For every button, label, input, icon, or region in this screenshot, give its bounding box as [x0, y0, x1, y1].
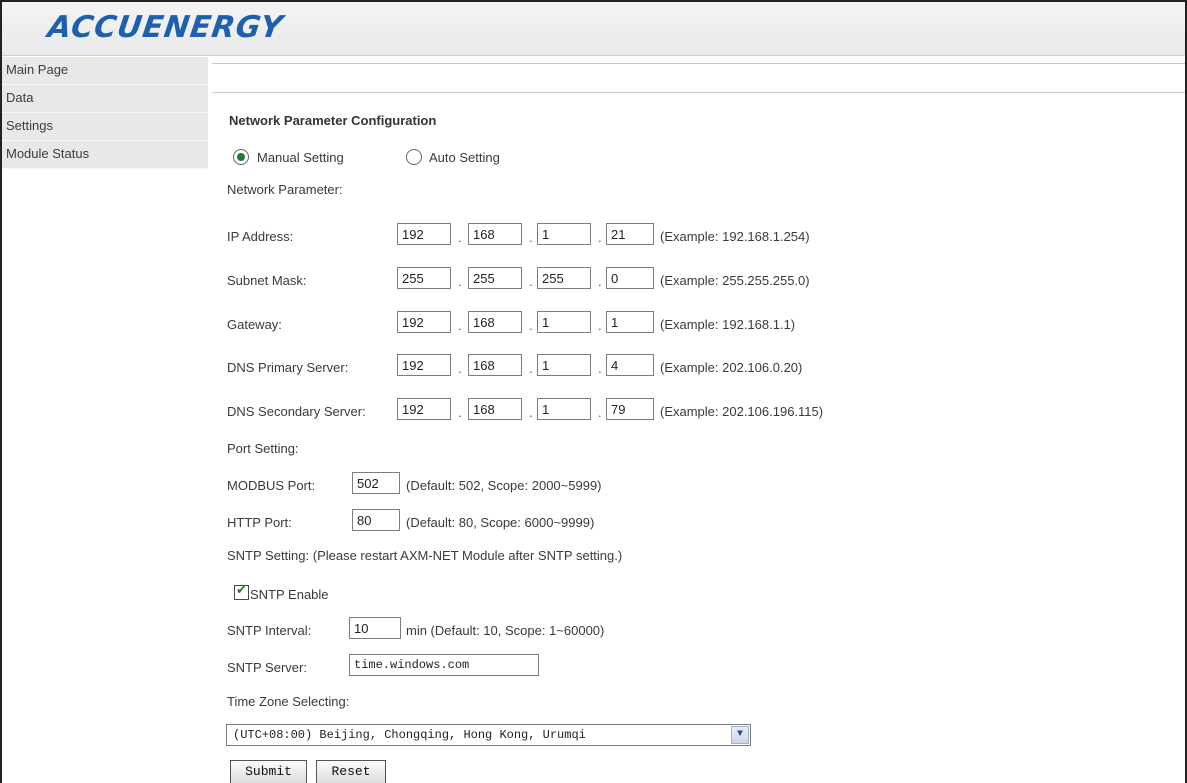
page-title: Network Parameter Configuration — [229, 113, 437, 128]
http-port-input[interactable] — [352, 509, 400, 531]
time-zone-heading: Time Zone Selecting: — [227, 694, 350, 709]
main-content: Network Parameter Configuration Manual S… — [210, 57, 1185, 783]
sidebar-item-main-page[interactable]: Main Page — [2, 57, 208, 85]
octet-separator: . — [598, 230, 602, 245]
octet-separator: . — [529, 405, 533, 420]
octet-separator: . — [598, 361, 602, 376]
octet-input[interactable] — [537, 267, 591, 289]
octet-separator: . — [598, 274, 602, 289]
octet-input[interactable] — [468, 354, 522, 376]
modbus-port-label: MODBUS Port: — [227, 478, 316, 493]
octet-input[interactable] — [606, 223, 654, 245]
network-row-label: DNS Secondary Server: — [227, 404, 366, 419]
network-row-example: (Example: 202.106.196.115) — [660, 404, 824, 419]
octet-separator: . — [529, 230, 533, 245]
octet-separator: . — [529, 318, 533, 333]
sntp-interval-input[interactable] — [349, 617, 401, 639]
divider — [212, 92, 1185, 93]
octet-input[interactable] — [397, 311, 451, 333]
octet-input[interactable] — [606, 311, 654, 333]
network-row-example: (Example: 255.255.255.0) — [660, 273, 810, 288]
octet-separator: . — [458, 318, 462, 333]
sntp-enable-label[interactable]: SNTP Enable — [250, 587, 329, 602]
time-zone-value: (UTC+08:00) Beijing, Chongqing, Hong Kon… — [233, 728, 586, 742]
network-row-label: DNS Primary Server: — [227, 360, 349, 375]
reset-button[interactable]: Reset — [316, 760, 386, 783]
sntp-enable-checkbox[interactable] — [234, 583, 249, 600]
octet-input[interactable] — [468, 398, 522, 420]
sidebar-item-data[interactable]: Data — [2, 85, 208, 113]
octet-input[interactable] — [397, 267, 451, 289]
network-row-example: (Example: 202.106.0.20) — [660, 360, 803, 375]
octet-input[interactable] — [397, 223, 451, 245]
octet-separator: . — [529, 361, 533, 376]
octet-separator: . — [458, 361, 462, 376]
sidebar-item-settings[interactable]: Settings — [2, 113, 208, 141]
manual-setting-label[interactable]: Manual Setting — [257, 150, 344, 165]
sidebar-item-module-status[interactable]: Module Status — [2, 141, 208, 169]
octet-separator: . — [529, 274, 533, 289]
radio-unselected-icon[interactable] — [406, 149, 422, 165]
sntp-interval-hint: min (Default: 10, Scope: 1~60000) — [406, 623, 605, 638]
octet-separator: . — [598, 318, 602, 333]
octet-input[interactable] — [397, 398, 451, 420]
chevron-down-icon[interactable]: ▼ — [731, 726, 749, 744]
octet-input[interactable] — [606, 354, 654, 376]
octet-input[interactable] — [468, 223, 522, 245]
modbus-port-hint: (Default: 502, Scope: 2000~5999) — [406, 478, 602, 493]
octet-separator: . — [598, 405, 602, 420]
sntp-server-input[interactable] — [349, 654, 539, 676]
sntp-server-label: SNTP Server: — [227, 660, 307, 675]
auto-setting-label[interactable]: Auto Setting — [429, 150, 500, 165]
radio-selected-icon[interactable] — [233, 149, 249, 165]
http-port-label: HTTP Port: — [227, 515, 292, 530]
octet-separator: . — [458, 274, 462, 289]
octet-separator: . — [458, 405, 462, 420]
sntp-setting-heading: SNTP Setting: (Please restart AXM-NET Mo… — [227, 548, 623, 563]
http-port-hint: (Default: 80, Scope: 6000~9999) — [406, 515, 595, 530]
octet-input[interactable] — [537, 354, 591, 376]
network-row-label: Subnet Mask: — [227, 273, 307, 288]
time-zone-select[interactable]: (UTC+08:00) Beijing, Chongqing, Hong Kon… — [226, 724, 751, 746]
octet-separator: . — [458, 230, 462, 245]
sntp-interval-label: SNTP Interval: — [227, 623, 312, 638]
port-setting-heading: Port Setting: — [227, 441, 299, 456]
octet-input[interactable] — [606, 267, 654, 289]
octet-input[interactable] — [468, 267, 522, 289]
brand-logo: ACCUENERGY — [45, 10, 286, 45]
octet-input[interactable] — [606, 398, 654, 420]
network-row-example: (Example: 192.168.1.1) — [660, 317, 796, 332]
submit-button[interactable]: Submit — [230, 760, 307, 783]
octet-input[interactable] — [397, 354, 451, 376]
octet-input[interactable] — [537, 398, 591, 420]
network-row-example: (Example: 192.168.1.254) — [660, 229, 810, 244]
sidebar: Main Page Data Settings Module Status — [2, 57, 208, 781]
octet-input[interactable] — [537, 223, 591, 245]
network-row-label: Gateway: — [227, 317, 282, 332]
octet-input[interactable] — [537, 311, 591, 333]
network-row-label: IP Address: — [227, 229, 294, 244]
header-bar: ACCUENERGY — [2, 2, 1185, 56]
network-parameter-heading: Network Parameter: — [227, 182, 343, 197]
octet-input[interactable] — [468, 311, 522, 333]
divider — [212, 63, 1185, 64]
modbus-port-input[interactable] — [352, 472, 400, 494]
